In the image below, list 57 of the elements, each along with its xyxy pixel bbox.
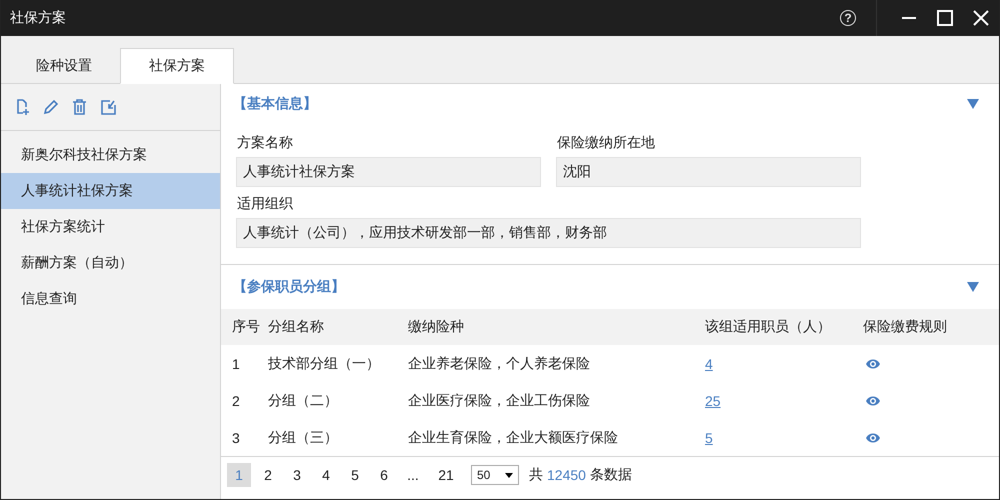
trash-icon[interactable] [72,99,87,115]
column-header: 分组名称 [268,318,324,334]
table-cell: 分组（三） [268,428,338,444]
table-cell: 企业生育保险，企业大额医疗保险 [408,428,618,444]
tab[interactable]: 险种设置 [8,48,120,84]
caret-icon [505,472,513,478]
text-field[interactable]: 人事统计社保方案 [236,157,541,187]
table-cell: 企业医疗保险，企业工伤保险 [408,392,590,408]
total-count: 12450 [547,467,586,483]
section-title: 【基本信息】 [233,95,317,113]
eye-icon[interactable] [865,394,881,406]
column-header: 保险缴费规则 [863,318,947,334]
section-title: 【参保职员分组】 [233,278,345,296]
total-label: 共 [529,466,543,484]
sidebar-item[interactable]: 薪酬方案（自动） [1,245,220,281]
page-button[interactable]: ... [401,463,425,487]
table-cell: 技术部分组（一） [268,354,380,370]
count-link[interactable]: 4 [705,356,713,372]
total-label: 条数据 [590,466,632,484]
column-header: 缴纳险种 [408,318,464,334]
count-link[interactable]: 25 [705,392,721,408]
help-button[interactable]: ? [840,10,856,26]
field-label: 适用组织 [236,195,294,213]
page-button[interactable]: 6 [372,463,396,487]
text-field[interactable]: 人事统计（公司），应用技术研发部一部，销售部，财务部 [236,218,861,248]
count-link[interactable]: 5 [705,430,713,446]
eye-icon[interactable] [865,432,881,444]
collapse-arrow-icon[interactable] [967,99,979,109]
sidebar-item[interactable]: 人事统计社保方案 [1,173,220,209]
sidebar-item[interactable]: 信息查询 [1,281,220,317]
page-button[interactable]: 21 [434,463,458,487]
table-cell: 2 [232,392,240,408]
page-button[interactable]: 4 [314,463,338,487]
page-button[interactable]: 3 [285,463,309,487]
column-header: 该组适用职员（人） [705,318,831,334]
eye-icon[interactable] [865,358,881,370]
maximize-icon[interactable] [937,10,953,26]
edit-icon[interactable] [43,99,59,115]
page-button[interactable]: 2 [256,463,280,487]
add-page-icon[interactable] [14,98,30,116]
table-cell: 分组（二） [268,392,338,408]
close-icon[interactable] [973,10,989,26]
window-title: 社保方案 [9,9,67,27]
field-label: 保险缴纳所在地 [556,134,656,152]
collapse-arrow-icon[interactable] [967,282,979,292]
table-cell: 3 [232,430,240,446]
sidebar-item[interactable]: 社保方案统计 [1,209,220,245]
tab[interactable]: 社保方案 [120,48,234,84]
table-cell: 企业养老保险，个人养老保险 [408,354,590,370]
column-header: 序号 [232,318,260,334]
table-cell: 1 [232,356,240,372]
field-label: 方案名称 [236,134,294,152]
page-size-select[interactable]: 50 [471,465,519,485]
import-icon[interactable] [100,98,117,116]
text-field[interactable]: 沈阳 [556,157,861,187]
sidebar-item[interactable]: 新奥尔科技社保方案 [1,137,220,173]
page-button[interactable]: 5 [343,463,367,487]
